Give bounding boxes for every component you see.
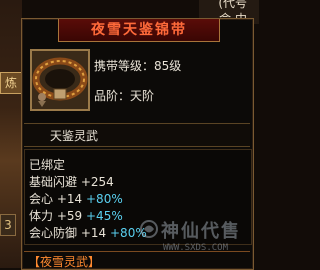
stat-row: 会心 +14 +80% — [29, 192, 123, 206]
item-title: 夜雪天鉴锦带 — [58, 19, 220, 42]
bound-status: 已绑定 — [29, 158, 66, 172]
left-tab-number[interactable]: 3 — [0, 214, 16, 236]
stat-row: 体力 +59 +45% — [29, 209, 123, 223]
watermark: 神仙代售 WWW.SXDS.COM — [139, 217, 249, 261]
item-grade: 品阶：天阶 — [94, 89, 155, 103]
item-name-box: 天鉴灵武 — [24, 123, 250, 147]
set-name: 【夜雪灵武】 — [28, 255, 101, 269]
left-tab[interactable]: 炼 — [0, 72, 22, 94]
watermark-url: WWW.SXDS.COM — [163, 243, 229, 253]
item-tooltip: 夜雪天鉴锦带 携带等级：85级 品阶：天阶 天鉴灵武 已绑定 基础闪避 +254… — [21, 18, 254, 270]
belt-icon — [30, 49, 90, 111]
item-name: 天鉴灵武 — [50, 129, 99, 143]
stat-row: 会心防御 +14 +80% — [29, 226, 147, 240]
carry-level: 携带等级：85级 — [94, 59, 182, 73]
watermark-logo-icon — [140, 220, 158, 238]
watermark-text: 神仙代售 — [161, 221, 241, 242]
stat-row: 基础闪避 +254 — [29, 175, 114, 189]
